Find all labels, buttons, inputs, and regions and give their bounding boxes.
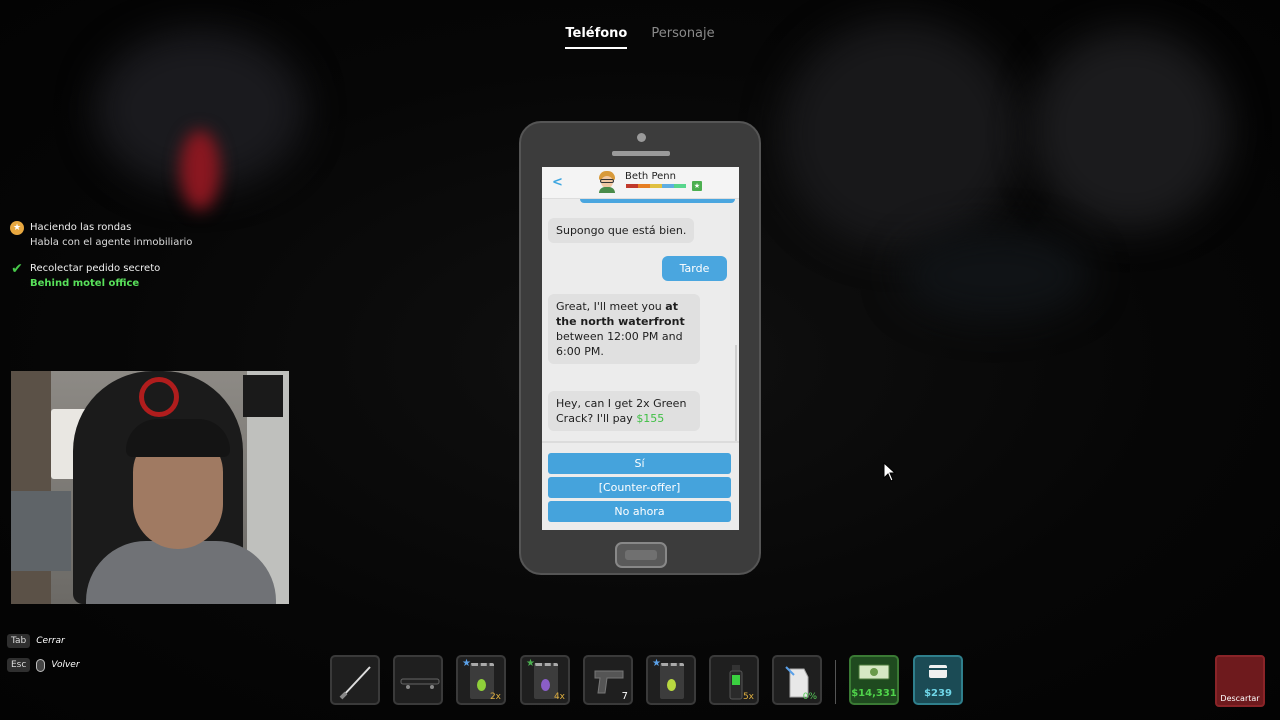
counter-offer-button[interactable]: [Counter-offer]: [548, 477, 731, 498]
webcam-sofa: [11, 491, 71, 571]
quality-star-icon: ★: [526, 658, 535, 669]
slot-count: 5x: [742, 692, 754, 702]
tab-telefono[interactable]: Teléfono: [565, 26, 628, 49]
hotbar-slot-4[interactable]: ★ 4x: [520, 655, 570, 705]
key-esc: Esc: [7, 658, 31, 672]
background-shape: [1030, 30, 1230, 230]
objective-title: Haciendo las rondas: [30, 222, 132, 233]
message-incoming: Supongo que está bien.: [548, 218, 695, 243]
background-light: [180, 130, 220, 210]
quality-star-icon: ★: [462, 658, 471, 669]
tab-personaje[interactable]: Personaje: [651, 26, 714, 49]
objective-subtitle: Behind motel office: [30, 278, 140, 289]
cash-slot[interactable]: $14,331: [849, 655, 899, 705]
phone-home-button[interactable]: [615, 542, 667, 568]
slot-count: 4x: [553, 692, 565, 702]
cash-amount: $14,331: [851, 688, 897, 699]
accept-button[interactable]: Sí: [548, 453, 731, 474]
slot-count: 7: [621, 691, 628, 702]
star-icon: ★: [10, 221, 24, 235]
webcam-tv: [243, 375, 283, 417]
message-text: between 12:00 PM and 6:00 PM.: [556, 330, 683, 358]
message-text: Great, I'll meet you: [556, 300, 666, 313]
slot-count: 0%: [802, 692, 817, 702]
objectives-list: ★ Haciendo las rondas Habla con el agent…: [10, 220, 192, 302]
message-list: Supongo que está bien. Tarde Great, I'll…: [542, 199, 739, 441]
card-slot[interactable]: $239: [913, 655, 963, 705]
response-options: Sí [Counter-offer] No ahora: [542, 441, 739, 530]
hotbar-slot-6[interactable]: ★: [646, 655, 696, 705]
phone-device: < Beth Penn ★ Supongo que está bien. Tar…: [519, 121, 761, 575]
back-icon[interactable]: <: [552, 175, 563, 190]
credit-card-icon: [929, 665, 947, 678]
phone-camera: [637, 133, 646, 142]
message-incoming: Great, I'll meet you at the north waterf…: [548, 294, 700, 364]
mouse-cursor-icon: [883, 462, 897, 482]
check-icon: ✔: [11, 260, 23, 277]
message-outgoing: Tarde: [662, 256, 727, 281]
webcam-person-hair: [126, 419, 230, 457]
hint-close: Tab Cerrar: [7, 633, 80, 649]
slot-count: 2x: [489, 692, 501, 702]
keyboard-hints: Tab Cerrar Esc Volver: [7, 633, 80, 681]
hotbar-slot-1[interactable]: [330, 655, 380, 705]
webcam-person-shirt: [86, 541, 276, 604]
message-price: $155: [636, 412, 665, 425]
hotbar-slot-5[interactable]: 7: [583, 655, 633, 705]
chat-scrollbar[interactable]: [735, 345, 737, 441]
hotbar-divider: [835, 660, 836, 704]
hint-label: Volver: [51, 660, 80, 670]
background-shape: [900, 230, 1090, 320]
mouse-icon: [36, 658, 46, 672]
webcam-feed: [11, 371, 289, 604]
quality-star-icon: ★: [652, 658, 661, 669]
baton-icon: [339, 666, 371, 700]
hotbar-slot-8[interactable]: 0%: [772, 655, 822, 705]
card-amount: $239: [924, 688, 952, 699]
skateboard-icon: [400, 678, 440, 689]
weed-bag-icon: [660, 663, 684, 699]
hint-label: Cerrar: [36, 636, 65, 646]
message-text: Hey, can I get 2x Green Crack? I'll pay: [556, 397, 687, 425]
top-tabs: Teléfono Personaje: [0, 26, 1280, 49]
objective-subtitle: Habla con el agente inmobiliario: [30, 237, 193, 248]
contact-name: Beth Penn: [625, 171, 676, 182]
hotbar-slot-7[interactable]: 5x: [709, 655, 759, 705]
objective-title: Recolectar pedido secreto: [30, 263, 161, 274]
webcam-chair-logo: [139, 377, 179, 417]
phone-speaker: [612, 151, 670, 156]
game-screen: Teléfono Personaje ★ Haciendo las rondas…: [0, 0, 1280, 720]
background-shape: [780, 20, 1020, 250]
hotbar-slot-2[interactable]: [393, 655, 443, 705]
hint-back: Esc Volver: [7, 657, 80, 673]
discard-label: Descartar: [1220, 694, 1260, 703]
message-incoming: Hey, can I get 2x Green Crack? I'll pay …: [548, 391, 700, 431]
relationship-bar: [626, 184, 686, 188]
decline-button[interactable]: No ahora: [548, 501, 731, 522]
hotbar-slot-3[interactable]: ★ 2x: [456, 655, 506, 705]
favorite-star-icon: ★: [692, 181, 702, 191]
phone-screen: < Beth Penn ★ Supongo que está bien. Tar…: [542, 167, 739, 530]
chat-header: < Beth Penn ★: [542, 167, 739, 199]
key-tab: Tab: [7, 634, 31, 648]
cash-icon: [858, 664, 890, 680]
objective-item: ✔ Recolectar pedido secreto Behind motel…: [10, 261, 192, 291]
contact-avatar: [597, 171, 617, 193]
discard-button[interactable]: Descartar: [1215, 655, 1265, 707]
objective-item: ★ Haciendo las rondas Habla con el agent…: [10, 220, 192, 250]
